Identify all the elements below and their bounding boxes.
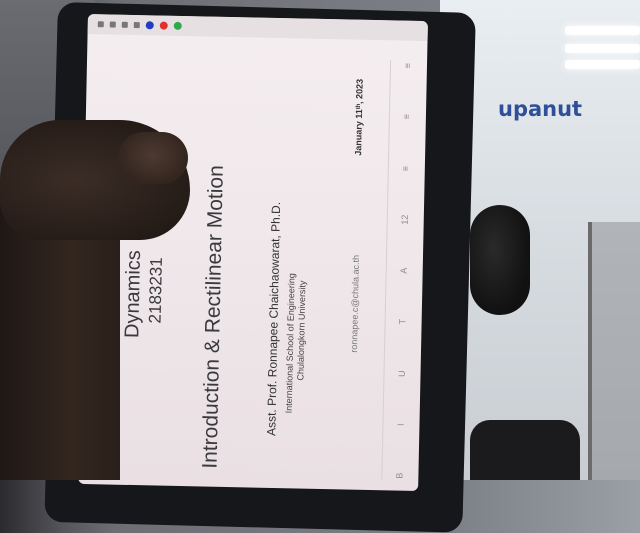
ceiling-light [565, 44, 640, 53]
bold-icon[interactable]: B [394, 473, 404, 479]
fingertip [118, 132, 188, 184]
text-color-icon[interactable]: A [399, 268, 409, 274]
tablet-screen[interactable]: ≡ ≡ ≡ 12 A T U I B Dynamics 2183231 Intr… [78, 14, 428, 492]
whiteboard-handwriting: upanut [498, 97, 583, 121]
format-icon[interactable]: ≡ [401, 165, 411, 170]
highlighter-tool-icon[interactable] [109, 21, 116, 28]
presenter-email: ronnapee.c@chula.ac.th [348, 254, 362, 353]
lecture-date: January 11ᵗʰ, 2023 [353, 78, 365, 156]
presenter-name: Asst. Prof. Ronnapee Chaichaowarat, Ph.D… [264, 201, 284, 437]
ceiling-light [565, 60, 640, 69]
color-swatch-green[interactable] [173, 21, 182, 30]
format-icon[interactable]: ≡ [402, 114, 412, 119]
eraser-tool-icon[interactable] [121, 21, 128, 28]
format-icon[interactable]: ≡ [403, 63, 413, 68]
person-head [470, 205, 530, 315]
color-swatch-blue[interactable] [145, 21, 154, 30]
course-code: 2183231 [145, 257, 166, 324]
course-name: Dynamics [121, 249, 146, 339]
toolbar-divider [381, 60, 392, 481]
school-name: International School of Engineering [283, 273, 297, 414]
text-style-icon[interactable]: T [398, 319, 408, 325]
slide-title: Introduction & Rectilinear Motion [198, 164, 228, 469]
pen-tool-icon[interactable] [97, 21, 104, 28]
underline-icon[interactable]: U [396, 370, 406, 377]
photo-scene: upanut ≡ ≡ ≡ 12 A T U I B Dynamics 21832… [0, 0, 640, 533]
italic-icon[interactable]: I [395, 423, 405, 426]
text-format-toolbar: ≡ ≡ ≡ 12 A T U I B [392, 61, 415, 481]
lasso-tool-icon[interactable] [133, 21, 140, 29]
ceiling-light [565, 26, 640, 35]
person-shirt [470, 420, 580, 480]
equipment-frame [588, 222, 640, 480]
font-size-icon[interactable]: 12 [400, 214, 410, 224]
university-name: Chulalongkorn University [295, 280, 308, 381]
color-swatch-red[interactable] [159, 21, 168, 30]
